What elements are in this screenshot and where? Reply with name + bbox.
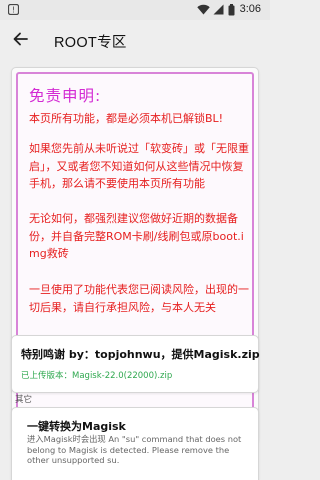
back-button[interactable] bbox=[8, 29, 32, 53]
magisk-item-title: 一键转换为Magisk bbox=[27, 420, 126, 433]
status-bar: ! 3:06 bbox=[0, 0, 270, 20]
wifi-icon bbox=[197, 4, 210, 18]
app-bar: ROOT专区 bbox=[0, 20, 270, 62]
back-arrow-icon bbox=[12, 31, 28, 51]
convert-to-magisk-item[interactable]: 一键转换为Magisk 进入Magisk时会出现 An "su" command… bbox=[11, 407, 259, 480]
cellular-signal-icon bbox=[213, 4, 224, 18]
svg-text:!: ! bbox=[12, 6, 15, 15]
magisk-item-description: 进入Magisk时会出现 An "su" command that does n… bbox=[27, 434, 242, 465]
disclaimer-paragraph: 如果您先前从未听说过「软变砖」或「无限重启」，又或者您不知道如何从这些情况中恢复… bbox=[29, 142, 249, 190]
status-time: 3:06 bbox=[239, 3, 261, 15]
page-title: ROOT专区 bbox=[54, 35, 127, 51]
disclaimer-paragraph: 无论如何，都强烈建议您做好近期的数据备份，并自备完整ROM卡刷/线刷包或原boo… bbox=[29, 212, 244, 260]
disclaimer-title: 免责申明: bbox=[29, 87, 102, 105]
credits-card: 特别鸣谢 by：topjohnwu，提供Magisk.zip 已上传版本：Mag… bbox=[11, 335, 260, 393]
battery-icon bbox=[228, 4, 235, 19]
section-label-other: 其它 bbox=[15, 395, 33, 405]
uploaded-version: 已上传版本：Magisk-22.0(22000).zip bbox=[21, 371, 173, 381]
credits-text: 特别鸣谢 by：topjohnwu，提供Magisk.zip bbox=[21, 348, 260, 361]
notification-icon: ! bbox=[7, 3, 20, 18]
disclaimer-paragraph: 本页所有功能，都是必须本机已解锁BL! bbox=[29, 112, 224, 125]
disclaimer-paragraph: 一旦使用了功能代表您已阅读风险，出现的一切后果，请自行承担风险，与本人无关 bbox=[29, 283, 249, 314]
